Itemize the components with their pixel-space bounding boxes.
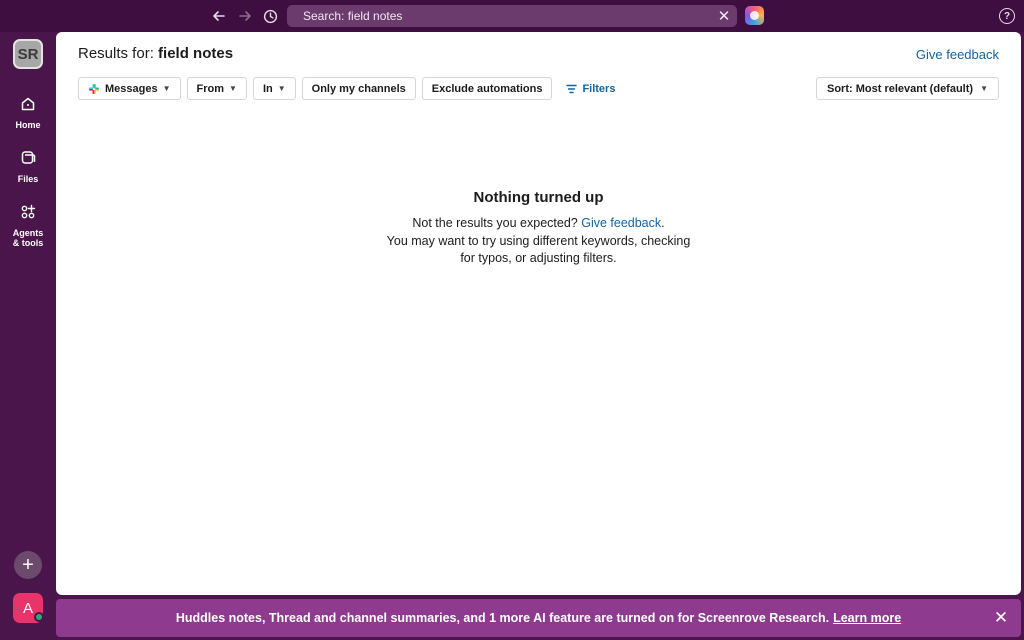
search-query-text: Search: field notes: [303, 9, 403, 23]
search-query: field notes: [158, 45, 234, 62]
filter-icon: [566, 84, 578, 93]
only-my-channels-label: Only my channels: [311, 82, 406, 95]
empty-state-line1: Not the results you expected? Give feedb…: [56, 215, 1021, 233]
messages-filter-label: Messages: [105, 82, 158, 95]
clear-search-button[interactable]: ✕: [715, 7, 733, 25]
exclude-automations-toggle[interactable]: Exclude automations: [421, 77, 553, 100]
only-my-channels-toggle[interactable]: Only my channels: [301, 77, 416, 100]
in-filter-dropdown[interactable]: In ▼: [252, 77, 296, 100]
filters-button[interactable]: Filters: [558, 77, 623, 100]
add-workspace-button[interactable]: +: [14, 551, 42, 579]
from-filter-label: From: [196, 82, 225, 95]
exclude-automations-label: Exclude automations: [431, 82, 543, 95]
search-input[interactable]: Search: field notes ✕: [287, 5, 737, 27]
sidebar-item-label: Home: [15, 120, 41, 130]
empty-state-period: .: [661, 216, 665, 230]
banner-text: Huddles notes, Thread and channel summar…: [175, 611, 830, 625]
give-feedback-link[interactable]: Give feedback: [916, 47, 999, 62]
in-filter-label: In: [262, 82, 273, 95]
sidebar-item-label-line2: & tools: [12, 238, 44, 248]
chevron-down-icon: ▼: [229, 84, 237, 93]
sidebar-item-label-line1: Agents: [12, 228, 44, 238]
sidebar-item-label: Files: [17, 174, 39, 184]
empty-state: Nothing turned up Not the results you ex…: [56, 189, 1021, 268]
presence-indicator: [34, 612, 44, 622]
learn-more-link[interactable]: Learn more: [833, 611, 901, 625]
search-results-panel: Results for: field notes Give feedback M…: [56, 32, 1021, 595]
chevron-down-icon: ▼: [162, 84, 171, 93]
from-filter-dropdown[interactable]: From ▼: [186, 77, 247, 100]
results-prefix: Results for:: [78, 45, 154, 62]
filter-bar: Messages ▼ From ▼ In ▼ Only my channels …: [78, 77, 623, 100]
chevron-down-icon: ▼: [980, 84, 988, 93]
empty-state-line2: You may want to try using different keyw…: [386, 233, 691, 248]
close-banner-button[interactable]: ✕: [991, 608, 1011, 628]
page-title: Results for: field notes: [78, 45, 233, 62]
top-bar: Search: field notes ✕ ?: [0, 0, 1024, 32]
sidebar-item-files[interactable]: Files: [0, 144, 56, 184]
empty-state-feedback-link[interactable]: Give feedback: [581, 216, 661, 230]
files-icon: [14, 144, 42, 172]
workspace-avatar[interactable]: SR: [13, 39, 43, 69]
sidebar: SR Home Files Agents & tools + A: [0, 32, 56, 640]
empty-state-line3: for typos, or adjusting filters.: [460, 251, 617, 265]
arrow-left-icon: [213, 11, 225, 21]
sort-dropdown[interactable]: Sort: Most relevant (default) ▼: [816, 77, 999, 100]
filters-label: Filters: [582, 82, 616, 95]
back-button[interactable]: [208, 6, 230, 26]
messages-filter-dropdown[interactable]: Messages ▼: [78, 77, 181, 100]
slack-logo-icon: [89, 83, 99, 94]
sort-label: Sort: Most relevant (default): [827, 82, 974, 95]
home-icon: [14, 90, 42, 118]
empty-state-title: Nothing turned up: [473, 189, 604, 206]
agents-tools-icon: [14, 198, 42, 226]
ai-assistant-icon[interactable]: [745, 6, 764, 25]
chevron-down-icon: ▼: [277, 84, 286, 93]
sidebar-item-home[interactable]: Home: [0, 90, 56, 130]
ai-features-banner: Huddles notes, Thread and channel summar…: [56, 599, 1021, 637]
clock-icon: [263, 9, 277, 23]
help-icon[interactable]: ?: [999, 8, 1015, 24]
arrow-right-icon: [239, 11, 251, 21]
forward-button[interactable]: [234, 6, 256, 26]
empty-state-prefix: Not the results you expected?: [412, 216, 578, 230]
sidebar-item-agents-tools[interactable]: Agents & tools: [0, 198, 56, 248]
history-button[interactable]: [259, 6, 281, 26]
